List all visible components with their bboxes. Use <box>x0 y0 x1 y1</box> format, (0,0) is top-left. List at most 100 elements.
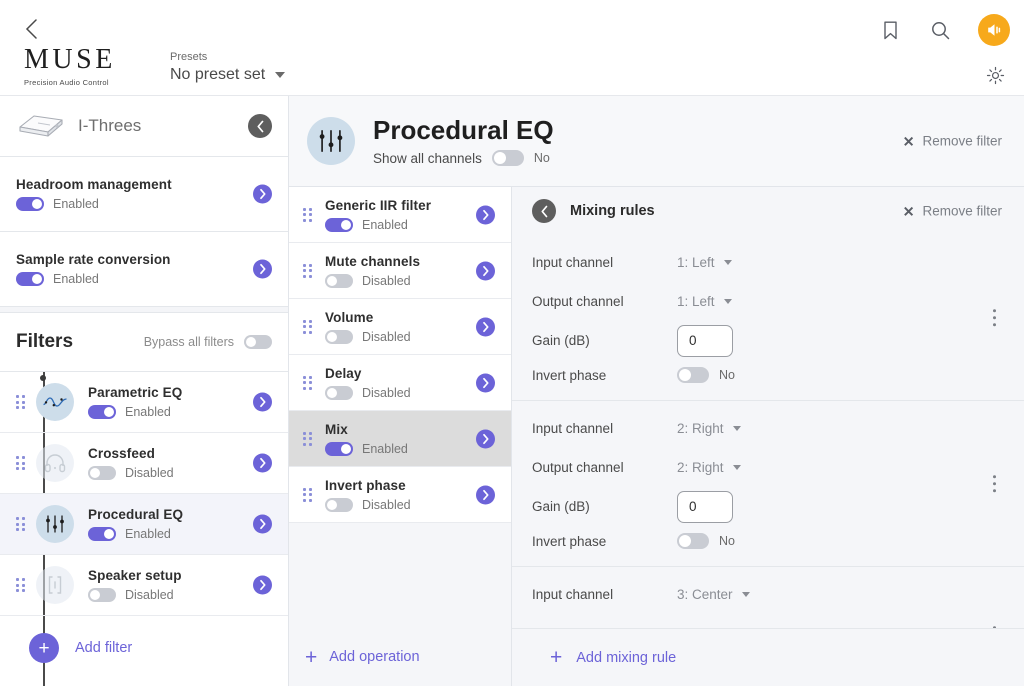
operation-state-row: Disabled <box>325 273 420 288</box>
invert-phase-state: No <box>719 368 735 382</box>
operation-open-button[interactable] <box>476 317 495 336</box>
back-button[interactable] <box>18 16 44 42</box>
operation-state: Disabled <box>362 385 411 400</box>
operation-title: Volume <box>325 309 374 325</box>
output-channel-select[interactable]: 1: Left <box>677 294 732 309</box>
filter-toggle[interactable] <box>88 588 116 602</box>
remove-filter-button-header[interactable]: ✕ Remove filter <box>903 134 1002 149</box>
add-filter-button[interactable]: + Add filter <box>0 616 288 680</box>
bookmark-button[interactable] <box>878 18 902 42</box>
invert-phase-control[interactable]: No <box>677 367 735 383</box>
filter-open-button[interactable] <box>253 453 272 473</box>
drag-handle-icon[interactable] <box>303 207 313 222</box>
brand-logo: MUSE Precision Audio Control <box>24 46 116 88</box>
filter-title: Parametric EQ <box>88 385 183 400</box>
filter-row-crossfeed[interactable]: Crossfeed Disabled <box>0 433 288 494</box>
input-channel-select[interactable]: 3: Center <box>677 587 750 602</box>
rule-menu-button[interactable] <box>992 625 996 628</box>
output-channel-select[interactable]: 3: Center <box>677 626 750 628</box>
filter-open-button[interactable] <box>253 575 272 595</box>
drag-handle-icon[interactable] <box>303 263 313 278</box>
show-all-channels-label: Show all channels <box>373 150 482 166</box>
operation-open-button[interactable] <box>476 429 495 448</box>
brand-tagline: Precision Audio Control <box>24 78 109 87</box>
operation-toggle[interactable] <box>325 329 353 344</box>
operation-row-mute-channels[interactable]: Mute channels Disabled <box>289 243 511 299</box>
filter-toggle[interactable] <box>88 466 116 480</box>
operation-open-button[interactable] <box>476 373 495 392</box>
operation-row-delay[interactable]: Delay Disabled <box>289 355 511 411</box>
drag-handle-icon[interactable] <box>303 431 313 446</box>
operation-toggle[interactable] <box>325 497 353 512</box>
page-title: Procedural EQ <box>373 114 554 145</box>
show-all-channels-row[interactable]: Show all channels No <box>373 150 554 167</box>
settings-button[interactable] <box>984 64 1006 86</box>
search-button[interactable] <box>928 18 952 42</box>
operation-open-button[interactable] <box>476 261 495 280</box>
rule-menu-button[interactable] <box>992 474 996 493</box>
operation-content: Invert phase Disabled <box>325 478 411 512</box>
operation-open-button[interactable] <box>476 485 495 504</box>
chevron-right-icon <box>482 433 489 444</box>
rule-menu-button[interactable] <box>992 308 996 327</box>
invert-phase-toggle[interactable] <box>677 367 709 383</box>
drag-handle-icon[interactable] <box>16 517 26 531</box>
drag-handle-icon[interactable] <box>16 395 26 409</box>
invert-phase-label: Invert phase <box>532 367 607 383</box>
sidebar-setting-headroom[interactable]: Headroom management Enabled <box>0 157 288 231</box>
drag-handle-icon[interactable] <box>16 456 26 470</box>
setting-title: Sample rate conversion <box>16 252 171 267</box>
operation-open-button[interactable] <box>476 205 495 224</box>
chevron-right-icon <box>482 489 489 500</box>
operation-state-row: Enabled <box>325 217 431 232</box>
gain-input[interactable]: 0 <box>677 490 733 523</box>
setting-toggle[interactable] <box>16 272 44 286</box>
setting-open-button[interactable] <box>253 184 272 204</box>
volume-button[interactable] <box>978 14 1010 46</box>
operation-toggle[interactable] <box>325 273 353 288</box>
presets-dropdown[interactable]: Presets No preset set <box>170 50 286 87</box>
setting-toggle[interactable] <box>16 197 44 211</box>
filter-row-procedural-eq[interactable]: Procedural EQ Enabled <box>0 494 288 555</box>
filter-toggle[interactable] <box>88 405 116 419</box>
output-channel-select[interactable]: 2: Right <box>677 460 741 475</box>
operation-content: Volume Disabled <box>325 310 411 344</box>
chevron-right-icon <box>482 321 489 332</box>
operation-toggle[interactable] <box>325 385 353 400</box>
operation-toggle[interactable] <box>325 217 353 232</box>
invert-phase-toggle[interactable] <box>677 533 709 549</box>
mixing-rules-back-button[interactable] <box>532 199 556 223</box>
chevron-right-icon <box>259 396 266 408</box>
operation-row-volume[interactable]: Volume Disabled <box>289 299 511 355</box>
add-operation-button[interactable]: + Add operation <box>289 628 511 686</box>
drag-handle-icon[interactable] <box>303 375 313 390</box>
operation-row-invert-phase[interactable]: Invert phase Disabled <box>289 467 511 523</box>
add-mixing-rule-button[interactable]: + Add mixing rule <box>512 628 1024 686</box>
gain-input[interactable]: 0 <box>677 324 733 357</box>
input-channel-select[interactable]: 2: Right <box>677 421 741 436</box>
input-channel-select[interactable]: 1: Left <box>677 255 732 270</box>
filter-row-parametric-eq[interactable]: Parametric EQ Enabled <box>0 372 288 433</box>
bypass-all-filters[interactable]: Bypass all filters <box>144 335 272 349</box>
operation-row-generic-iir-filter[interactable]: Generic IIR filter Enabled <box>289 187 511 243</box>
drag-handle-icon[interactable] <box>303 319 313 334</box>
sidebar-collapse-button[interactable] <box>248 114 272 138</box>
operation-title: Mute channels <box>325 253 421 269</box>
filter-state: Disabled <box>125 466 174 480</box>
sidebar-setting-samplerate[interactable]: Sample rate conversion Enabled <box>0 232 288 306</box>
invert-phase-control[interactable]: No <box>677 533 735 549</box>
remove-filter-button-rules[interactable]: ✕ Remove filter <box>903 204 1002 219</box>
filter-toggle[interactable] <box>88 527 116 541</box>
device-row[interactable]: I-Threes <box>0 96 288 156</box>
show-all-channels-toggle[interactable] <box>491 150 524 167</box>
setting-open-button[interactable] <box>253 259 272 279</box>
filter-open-button[interactable] <box>253 392 272 412</box>
drag-handle-icon[interactable] <box>16 578 26 592</box>
drag-handle-icon[interactable] <box>303 487 313 502</box>
bypass-toggle[interactable] <box>244 335 272 349</box>
filter-row-speaker-setup[interactable]: Speaker setup Disabled <box>0 555 288 616</box>
operation-toggle[interactable] <box>325 441 353 456</box>
filter-open-button[interactable] <box>253 514 272 534</box>
chevron-down-icon <box>732 465 741 470</box>
operation-row-mix[interactable]: Mix Enabled <box>289 411 511 467</box>
